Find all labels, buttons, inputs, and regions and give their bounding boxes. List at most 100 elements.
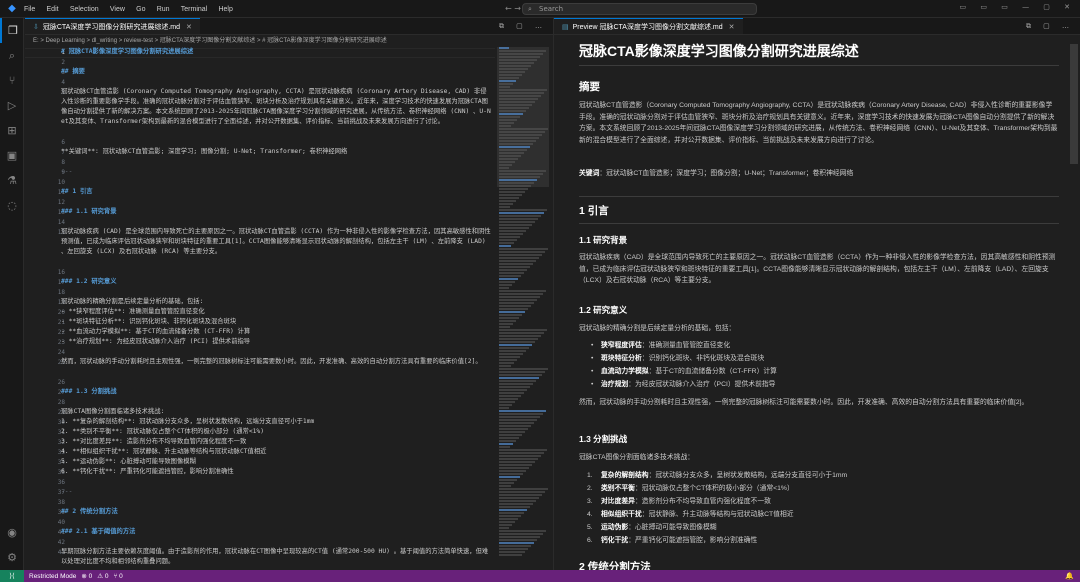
warnings-status[interactable]: ⚠ 0 bbox=[97, 572, 108, 580]
minimap-line bbox=[499, 503, 533, 505]
remote-explorer-icon[interactable]: ▣ bbox=[0, 143, 24, 168]
code-line[interactable]: 3. **对比度差异**: 造影剂分布不均导致血管内强化程度不一致 bbox=[61, 437, 491, 447]
code-line[interactable]: - **血流动力学模拟**: 基于CT的血流储备分数 (CT-FFR) 计算 bbox=[61, 327, 491, 337]
numbered-item: 2. 类别不平衡：冠状动脉仅占整个CT体积的极小部分（通常<1%） bbox=[579, 483, 1059, 495]
bullet-marker: • bbox=[591, 368, 594, 375]
minimap-line bbox=[499, 164, 512, 166]
code-line[interactable]: - **狭窄程度评估**: 准确测量血管管腔直径变化 bbox=[61, 307, 491, 317]
extensions-icon[interactable]: ⊞ bbox=[0, 118, 24, 143]
nav-arrows[interactable]: ← → bbox=[505, 4, 521, 13]
minimap-line bbox=[499, 179, 537, 181]
menu-view[interactable]: View bbox=[110, 6, 125, 13]
notifications-bell-icon[interactable]: 🔔 bbox=[1065, 572, 1074, 580]
code-line[interactable]: 冠状动脉CT血管造影 (Coronary Computed Tomography… bbox=[61, 87, 491, 127]
menu-file[interactable]: File bbox=[24, 6, 35, 13]
code-line[interactable]: **关键词**: 冠状动脉CT血管造影; 深度学习; 图像分割; U-Net; … bbox=[61, 147, 491, 157]
errors-status[interactable]: ⊗ 0 bbox=[81, 572, 92, 580]
code-line[interactable]: 然而，冠状动脉的手动分割耗时且主观性强，一例完整的冠脉树标注可能需要数小时。因此… bbox=[61, 357, 491, 367]
editor-tab-bar: ⇩ 冠脉CTA深度学习图像分割研究进展综述.md ✕ ⧉ ▢ … bbox=[25, 18, 553, 35]
restricted-mode-status[interactable]: Restricted Mode bbox=[29, 573, 76, 580]
search-view-icon[interactable]: ⌕ bbox=[0, 43, 24, 68]
minimap-line bbox=[499, 401, 515, 403]
code-line[interactable]: 冠状动脉的精确分割是后续定量分析的基础，包括: bbox=[61, 297, 491, 307]
menu-terminal[interactable]: Terminal bbox=[181, 6, 207, 13]
code-line[interactable]: 1. **复杂的解剖结构**: 冠状动脉分支众多，呈树状发散结构，远端分支直径可… bbox=[61, 417, 491, 427]
bullet-bold: 斑块特征分析 bbox=[601, 355, 642, 362]
line-number: 32 bbox=[57, 439, 65, 446]
code-line[interactable]: 5. **运动伪影**: 心脏搏动可能导致图像模糊 bbox=[61, 457, 491, 467]
close-icon[interactable]: ✕ bbox=[729, 23, 735, 31]
tab-markdown-file[interactable]: ⇩ 冠脉CTA深度学习图像分割研究进展综述.md ✕ bbox=[25, 18, 200, 34]
line-number: 37 bbox=[57, 489, 65, 496]
number-marker: 2. bbox=[587, 485, 593, 492]
preview-scrollbar[interactable] bbox=[1070, 44, 1078, 164]
minimap-line bbox=[499, 518, 518, 520]
code-line[interactable]: --- bbox=[61, 167, 491, 177]
manage-gear-icon[interactable]: ⚙ bbox=[0, 545, 24, 570]
code-line[interactable]: ## 1 引言 bbox=[61, 187, 491, 197]
command-center-search[interactable]: ⌕ Search bbox=[522, 3, 757, 15]
menu-help[interactable]: Help bbox=[218, 6, 232, 13]
menu-selection[interactable]: Selection bbox=[70, 6, 99, 13]
tab-preview[interactable]: ▤ Preview 冠脉CTA深度学习图像分割文献综述.md ✕ bbox=[554, 18, 743, 34]
line-number: 35 bbox=[57, 469, 65, 476]
source-control-icon[interactable]: ⑂ bbox=[0, 68, 24, 93]
bullet-text: ：识别钙化斑块、非钙化斑块及混合斑块 bbox=[641, 355, 765, 362]
minimap[interactable] bbox=[497, 47, 549, 570]
explorer-icon[interactable]: ❐ bbox=[0, 18, 24, 43]
minimap-line bbox=[499, 323, 513, 325]
run-debug-icon[interactable]: ▷ bbox=[0, 93, 24, 118]
testing-icon[interactable]: ⚗ bbox=[0, 168, 24, 193]
code-line[interactable]: ### 2.1 基于阈值的方法 bbox=[61, 527, 491, 537]
minimap-line bbox=[499, 500, 536, 502]
line-number: 42 bbox=[57, 539, 65, 546]
chat-icon[interactable]: ◌ bbox=[0, 193, 24, 218]
minimap-line bbox=[499, 314, 522, 316]
code-line[interactable]: - **斑块特征分析**: 识别钙化斑块、非钙化斑块及混合斑块 bbox=[61, 317, 491, 327]
code-line[interactable]: 冠脉CTA图像分割面临诸多技术挑战: bbox=[61, 407, 491, 417]
line-number: 12 bbox=[57, 199, 65, 206]
menu-run[interactable]: Run bbox=[157, 6, 170, 13]
preview-actions[interactable]: ⧉ ▢ … bbox=[1026, 22, 1074, 31]
remote-indicator-icon[interactable]: ⟩⟨ bbox=[0, 570, 24, 582]
minimap-line bbox=[499, 83, 513, 85]
editor-actions[interactable]: ⧉ ▢ … bbox=[499, 22, 547, 31]
bullet-bold: 狭窄程度评估 bbox=[601, 342, 642, 349]
code-line[interactable]: ### 1.3 分割挑战 bbox=[61, 387, 491, 397]
breadcrumb[interactable]: E: > Deep Learning > dl_writing > review… bbox=[25, 35, 553, 47]
code-line[interactable]: - **治疗规划**: 为经皮冠状动脉介入治疗 (PCI) 提供术前指导 bbox=[61, 337, 491, 347]
line-number: 1 bbox=[61, 49, 65, 56]
code-line[interactable]: --- bbox=[61, 487, 491, 497]
code-line[interactable]: 6. **钙化干扰**: 严重钙化可能遮挡管腔，影响分割准确性 bbox=[61, 467, 491, 477]
minimap-line bbox=[499, 200, 516, 202]
section-1-1-text: 冠状动脉疾病（CAD）是全球范围内导致死亡的主要原因之一。冠状动脉CT血管造影（… bbox=[579, 254, 1056, 284]
minimap-line bbox=[499, 368, 548, 370]
minimap-line bbox=[499, 449, 547, 451]
line-number: 16 bbox=[57, 269, 65, 276]
minimap-line bbox=[499, 395, 521, 397]
preview-icon: ▤ bbox=[562, 23, 569, 31]
code-line[interactable]: ## 摘要 bbox=[61, 67, 491, 77]
code-line[interactable]: 冠状动脉疾病 (CAD) 是全球范围内导致死亡的主要原因之一。冠状动脉CT血管造… bbox=[61, 227, 491, 257]
code-line[interactable]: ### 1.1 研究背景 bbox=[61, 207, 491, 217]
code-line[interactable]: 早期冠脉分割方法主要依赖灰度阈值。由于造影剂的作用，冠状动脉在CT图像中呈现较高… bbox=[61, 547, 491, 567]
minimap-line bbox=[499, 50, 546, 52]
window-controls[interactable]: ▭ ▭ ▭ — ▢ ✕ bbox=[960, 3, 1076, 11]
line-number: 15 bbox=[57, 229, 65, 236]
code-line[interactable]: ## 2 传统分割方法 bbox=[61, 507, 491, 517]
code-line[interactable]: 2. **类别不平衡**: 冠状动脉仅占整个CT体积的极小部分 (通常<1%) bbox=[61, 427, 491, 437]
code-line[interactable]: 4. **相似组织干扰**: 冠状静脉、升主动脉等结构与冠状动脉CT值相近 bbox=[61, 447, 491, 457]
minimap-line bbox=[499, 251, 545, 253]
menu-edit[interactable]: Edit bbox=[47, 6, 59, 13]
account-icon[interactable]: ◉ bbox=[0, 520, 24, 545]
close-icon[interactable]: ✕ bbox=[186, 23, 192, 31]
numbered-item: 6. 钙化干扰：严重钙化可能遮挡管腔，影响分割准确性 bbox=[579, 535, 1059, 547]
code-editor[interactable]: 1 # 冠脉CTA影像深度学习图像分割研究进展综述 2 3 ## 摘要 4 5 冠状动脉CT血… bbox=[25, 47, 495, 570]
minimap-line bbox=[499, 89, 547, 91]
code-line[interactable]: ### 1.2 研究意义 bbox=[61, 277, 491, 287]
ports-status[interactable]: ⑂ 0 bbox=[113, 573, 122, 580]
menu-go[interactable]: Go bbox=[136, 6, 145, 13]
minimap-line bbox=[499, 410, 546, 412]
minimap-line bbox=[499, 542, 534, 544]
code-line[interactable]: # 冠脉CTA影像深度学习图像分割研究进展综述 bbox=[61, 47, 491, 57]
